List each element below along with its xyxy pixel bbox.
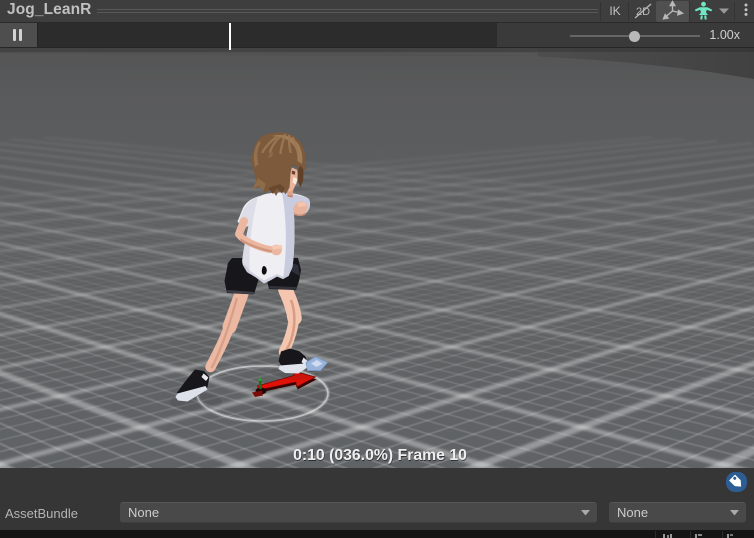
svg-text:0:10 (036.0%) Frame 10: 0:10 (036.0%) Frame 10	[293, 447, 467, 464]
